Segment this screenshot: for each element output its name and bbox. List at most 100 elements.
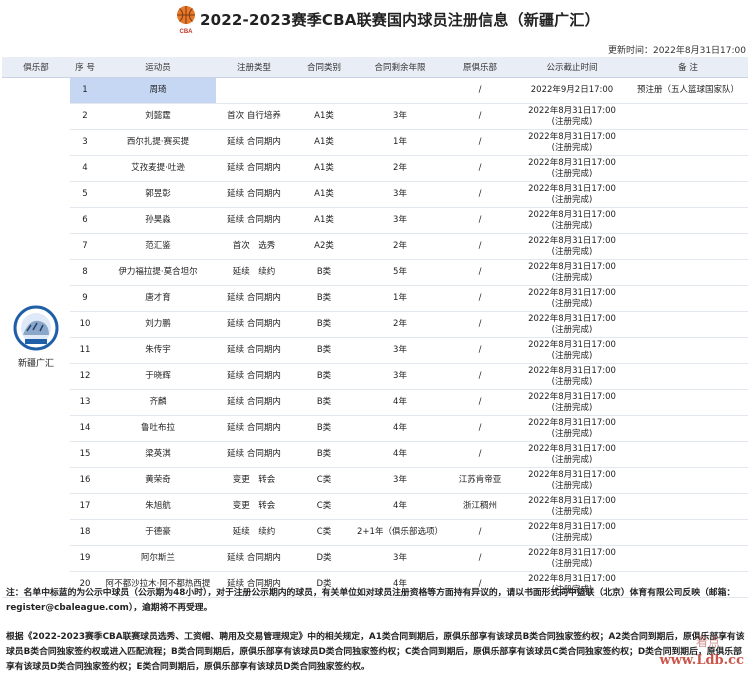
registration-type: 变更 转会: [216, 467, 292, 494]
table-row: 19 阿尔斯兰 延续 合同期内 D类 3年/2022年8月31日17:00 (注册完成): [2, 545, 748, 572]
registration-status: (注册完成): [551, 428, 593, 439]
table-row: 10 刘力鹏 延续 合同期内 B类 2年/2022年8月31日17:00 (注册完成): [2, 311, 748, 338]
xinjiang-club-logo-icon: [13, 305, 59, 351]
publicity-deadline: 2022年8月31日17:00 (注册完成): [516, 467, 628, 494]
contract-years: 2年: [356, 311, 444, 338]
row-number: 17: [70, 493, 100, 520]
publicity-deadline: 2022年8月31日17:00 (注册完成): [516, 545, 628, 572]
player-name: 刘懿霆: [100, 103, 216, 130]
deadline-time: 2022年8月31日17:00: [528, 469, 616, 480]
registration-type: 延续 合同期内: [216, 337, 292, 364]
original-club: /: [444, 441, 516, 468]
table-row: 17 朱旭航 变更 转会 C类 4年 浙江稠州 2022年8月31日17:00 (注册完成): [2, 493, 748, 520]
player-name: 范汇鉴: [100, 233, 216, 260]
registration-type: 延续 合同期内: [216, 207, 292, 234]
row-number: 1: [70, 77, 100, 104]
registration-type: [216, 77, 292, 104]
contract-years: 3年: [356, 207, 444, 234]
player-name: 孙昊淼: [100, 207, 216, 234]
table-row: 新疆广汇 1 周琦 / 2022年9月2日17:00 预注册（五人篮球国家队）: [2, 77, 748, 598]
row-number: 9: [70, 285, 100, 312]
registration-type: 延续 合同期内: [216, 441, 292, 468]
publicity-deadline: 2022年9月2日17:00: [516, 77, 628, 104]
registration-type: 延续 合同期内: [216, 363, 292, 390]
contract-years: 1年: [356, 285, 444, 312]
table-row: 7 范汇鉴 首次 选秀 A2类 2年/2022年8月31日17:00 (注册完成): [2, 233, 748, 260]
registration-status: (注册完成): [551, 350, 593, 361]
contract-years: 3年: [356, 467, 444, 494]
publicity-deadline: 2022年8月31日17:00 (注册完成): [516, 129, 628, 156]
contract-class: C类: [292, 467, 356, 494]
deadline-time: 2022年8月31日17:00: [528, 131, 616, 142]
cba-logo-icon: CBA: [177, 6, 195, 34]
contract-class: A1类: [292, 207, 356, 234]
row-number: 8: [70, 259, 100, 286]
column-header: 原俱乐部: [444, 57, 516, 78]
registration-type: 延续 合同期内: [216, 545, 292, 572]
contract-class: B类: [292, 337, 356, 364]
remark: [628, 285, 748, 312]
registration-type: 延续 续约: [216, 259, 292, 286]
page-title: 2022-2023赛季CBA联赛国内球员注册信息（新疆广汇）: [200, 11, 600, 29]
registration-table: 俱乐部序 号运动员 注册类型 合同类别 合同剩余年限 原俱乐部 公示截止时间备 注 新疆广…: [2, 57, 748, 598]
original-club: 浙江稠州: [444, 493, 516, 520]
deadline-time: 2022年9月2日17:00: [530, 85, 614, 95]
deadline-time: 2022年8月31日17:00: [528, 313, 616, 324]
column-header: 运动员: [100, 57, 216, 78]
contract-years: 2年: [356, 155, 444, 182]
update-time: 更新时间：2022年8月31日17:00: [607, 46, 746, 56]
row-number: 6: [70, 207, 100, 234]
original-club: /: [444, 415, 516, 442]
contract-years: 4年: [356, 415, 444, 442]
registration-status: (注册完成): [551, 506, 593, 517]
row-number: 3: [70, 129, 100, 156]
original-club: /: [444, 363, 516, 390]
original-club: /: [444, 233, 516, 260]
contract-years: 4年: [356, 389, 444, 416]
publicity-deadline: 2022年8月31日17:00 (注册完成): [516, 155, 628, 182]
player-name: 朱旭航: [100, 493, 216, 520]
original-club: /: [444, 389, 516, 416]
remark: [628, 545, 748, 572]
column-header: 俱乐部: [2, 57, 70, 78]
player-name: 郭昱彰: [100, 181, 216, 208]
publicity-deadline: 2022年8月31日17:00 (注册完成): [516, 259, 628, 286]
deadline-time: 2022年8月31日17:00: [528, 105, 616, 116]
row-number: 13: [70, 389, 100, 416]
registration-status: (注册完成): [551, 402, 593, 413]
player-name: 艾孜麦提·吐逊: [100, 155, 216, 182]
registration-status: (注册完成): [551, 246, 593, 257]
original-club: /: [444, 207, 516, 234]
registration-type: 变更 转会: [216, 493, 292, 520]
deadline-time: 2022年8月31日17:00: [528, 235, 616, 246]
remark: 预注册（五人篮球国家队）: [628, 77, 748, 104]
publicity-deadline: 2022年8月31日17:00 (注册完成): [516, 103, 628, 130]
remark: [628, 103, 748, 130]
table-row: 16 黄荣奇 变更 转会 C类 3年 江苏肯帝亚 2022年8月31日17:00 (注册完成): [2, 467, 748, 494]
row-number: 12: [70, 363, 100, 390]
publicity-deadline: 2022年8月31日17:00 (注册完成): [516, 363, 628, 390]
contract-class: B类: [292, 389, 356, 416]
remark: [628, 155, 748, 182]
table-row: 6 孙昊淼 延续 合同期内 A1类 3年/ 2022年8月31日17:00 (注册完成): [2, 207, 748, 234]
original-club: /: [444, 259, 516, 286]
row-number: 5: [70, 181, 100, 208]
contract-years: 5年: [356, 259, 444, 286]
deadline-time: 2022年8月31日17:00: [528, 209, 616, 220]
row-number: 18: [70, 519, 100, 546]
table-row: 2 刘懿霆 首次 自行培养 A1类 3年/2022年8月31日17:00 (注册完成): [2, 103, 748, 130]
contract-class: D类: [292, 545, 356, 572]
watermark-logo: 看点: [695, 635, 720, 649]
deadline-time: 2022年8月31日17:00: [528, 417, 616, 428]
player-name: 唐才育: [100, 285, 216, 312]
remark: [628, 467, 748, 494]
publicity-deadline: 2022年8月31日17:00 (注册完成): [516, 389, 628, 416]
footnote-public-notice: 注：名单中标蓝的为公示中球员（公示期为48小时），对于注册公示期内的球员，有关单…: [6, 588, 736, 613]
remark: [628, 311, 748, 338]
table-row: 3 西尔扎提·赛买提 延续 合同期内 A1类 1年/2022年8月31日17:00 (注册…: [2, 129, 748, 156]
row-number: 10: [70, 311, 100, 338]
player-name: 伊力福拉提·莫合坦尔: [100, 259, 216, 286]
deadline-time: 2022年8月31日17:00: [528, 157, 616, 168]
registration-status: (注册完成): [551, 220, 593, 231]
original-club: /: [444, 545, 516, 572]
